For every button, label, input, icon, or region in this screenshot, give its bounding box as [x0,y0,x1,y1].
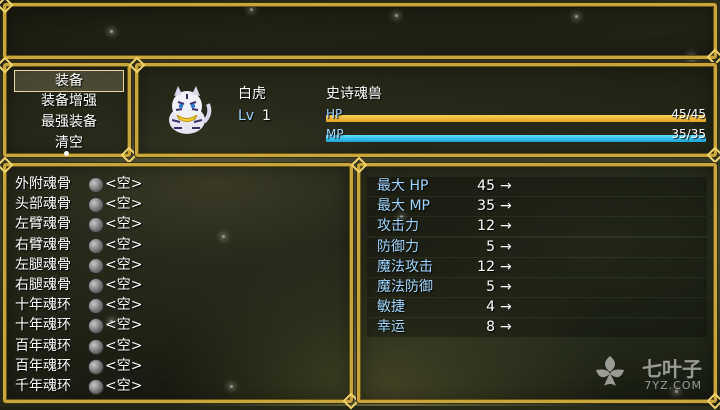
command-optimize[interactable]: 最强装备 [14,112,124,132]
param-row: 魔法攻击 12 → [367,257,707,277]
param-value: 35 [477,198,495,215]
param-row: 最大 MP 35 → [367,197,707,217]
right-arrow-icon: → [500,218,512,235]
param-value: 5 [486,238,495,255]
command-enhance[interactable]: 装备增强 [14,91,124,111]
mp-value: 35/35 [671,127,706,141]
param-name: 幸运 [377,319,405,336]
slot-item[interactable]: <空> [105,194,142,214]
scroll-down-indicator[interactable] [64,151,69,156]
mp-label: MP [326,127,344,141]
hp-value: 45/45 [671,107,706,121]
slot-name[interactable]: 右臂魂骨 [15,235,71,255]
slot-name[interactable]: 千年魂环 [15,376,71,396]
empty-slot-orb-icon [88,257,104,274]
slot-name[interactable]: 十年魂环 [15,295,71,315]
param-row: 幸运 8 → [367,318,707,338]
right-arrow-icon: → [500,238,512,255]
empty-slot-orb-icon [88,358,104,375]
param-value: 5 [486,279,495,295]
empty-slot-orb-icon [88,278,104,294]
param-value: 12 [477,258,495,275]
slot-item[interactable]: <空> [105,174,142,194]
watermark-subtext: 7YZ.COM [644,379,702,392]
param-name: 最大 HP [377,178,429,194]
slot-item[interactable]: <空> [105,336,142,356]
param-name: 最大 MP [377,198,430,215]
slot-name[interactable]: 十年魂环 [15,315,71,335]
actor-class: 史诗魂兽 [326,86,382,102]
actor-level-label: Lv [238,108,255,124]
param-name: 敏捷 [377,299,405,316]
param-name: 魔法攻击 [377,258,433,275]
param-value: 45 [477,178,495,194]
slot-item[interactable]: <空> [105,275,142,295]
right-arrow-icon: → [500,299,512,316]
empty-slot-orb-icon [88,217,104,234]
param-name: 防御力 [377,238,419,255]
empty-slot-orb-icon [88,298,104,315]
hp-label: HP [326,107,343,121]
slot-name[interactable]: 百年魂环 [15,356,71,376]
slot-name[interactable]: 百年魂环 [15,336,71,356]
param-row: 最大 HP 45 → [367,177,707,196]
empty-slot-orb-icon [88,379,104,395]
actor-name: 白虎 [238,86,266,102]
command-clear[interactable]: 清空 [14,133,124,153]
param-name: 攻击力 [377,218,419,235]
watermark-text: 七叶子 [642,357,702,381]
param-row: 魔法防御 5 → [367,278,707,297]
param-row: 攻击力 12 → [367,217,707,237]
empty-slot-orb-icon [88,197,104,214]
actor-level-value: 1 [262,108,271,124]
param-value: 12 [477,218,495,235]
command-equip[interactable]: 装备 [14,70,124,92]
slot-name[interactable]: 左臂魂骨 [15,214,71,234]
slot-item[interactable]: <空> [105,214,142,234]
param-row: 防御力 5 → [367,237,707,257]
slot-name[interactable]: 外附魂骨 [15,174,71,194]
slot-name[interactable]: 右腿魂骨 [15,275,71,295]
param-row: 敏捷 4 → [367,298,707,318]
command-window: 装备 装备增强 最强装备 清空 [3,63,131,157]
param-value: 8 [486,319,495,336]
actor-status-window: 白虎 Lv 1 史诗魂兽 HP 45/45 MP 35/35 [135,63,717,157]
watermark-logo: 七叶子 7YZ.COM [596,356,702,392]
empty-slot-orb-icon [88,318,104,335]
slot-item[interactable]: <空> [105,356,142,376]
slot-name[interactable]: 左腿魂骨 [15,255,71,275]
slot-item[interactable]: <空> [105,315,142,335]
param-value: 4 [486,299,495,316]
actor-face-tiger [158,82,216,140]
right-arrow-icon: → [500,279,512,295]
param-name: 魔法防御 [377,279,433,295]
slot-item[interactable]: <空> [105,235,142,255]
right-arrow-icon: → [500,178,512,194]
empty-slot-orb-icon [88,237,104,254]
slot-name[interactable]: 头部魂骨 [15,194,71,214]
equip-slot-window: 外附魂骨 <空> 头部魂骨 <空> 左臂魂骨 <空> 右臂魂骨 <空> 左腿魂骨 <空> 右腿魂骨 <… [3,163,353,403]
empty-slot-orb-icon [88,338,104,355]
empty-slot-orb-icon [88,177,104,193]
right-arrow-icon: → [500,319,512,336]
slot-item[interactable]: <空> [105,376,142,396]
slot-item[interactable]: <空> [105,295,142,315]
help-window [3,3,717,59]
right-arrow-icon: → [500,258,512,275]
slot-item[interactable]: <空> [105,255,142,275]
right-arrow-icon: → [500,198,512,215]
